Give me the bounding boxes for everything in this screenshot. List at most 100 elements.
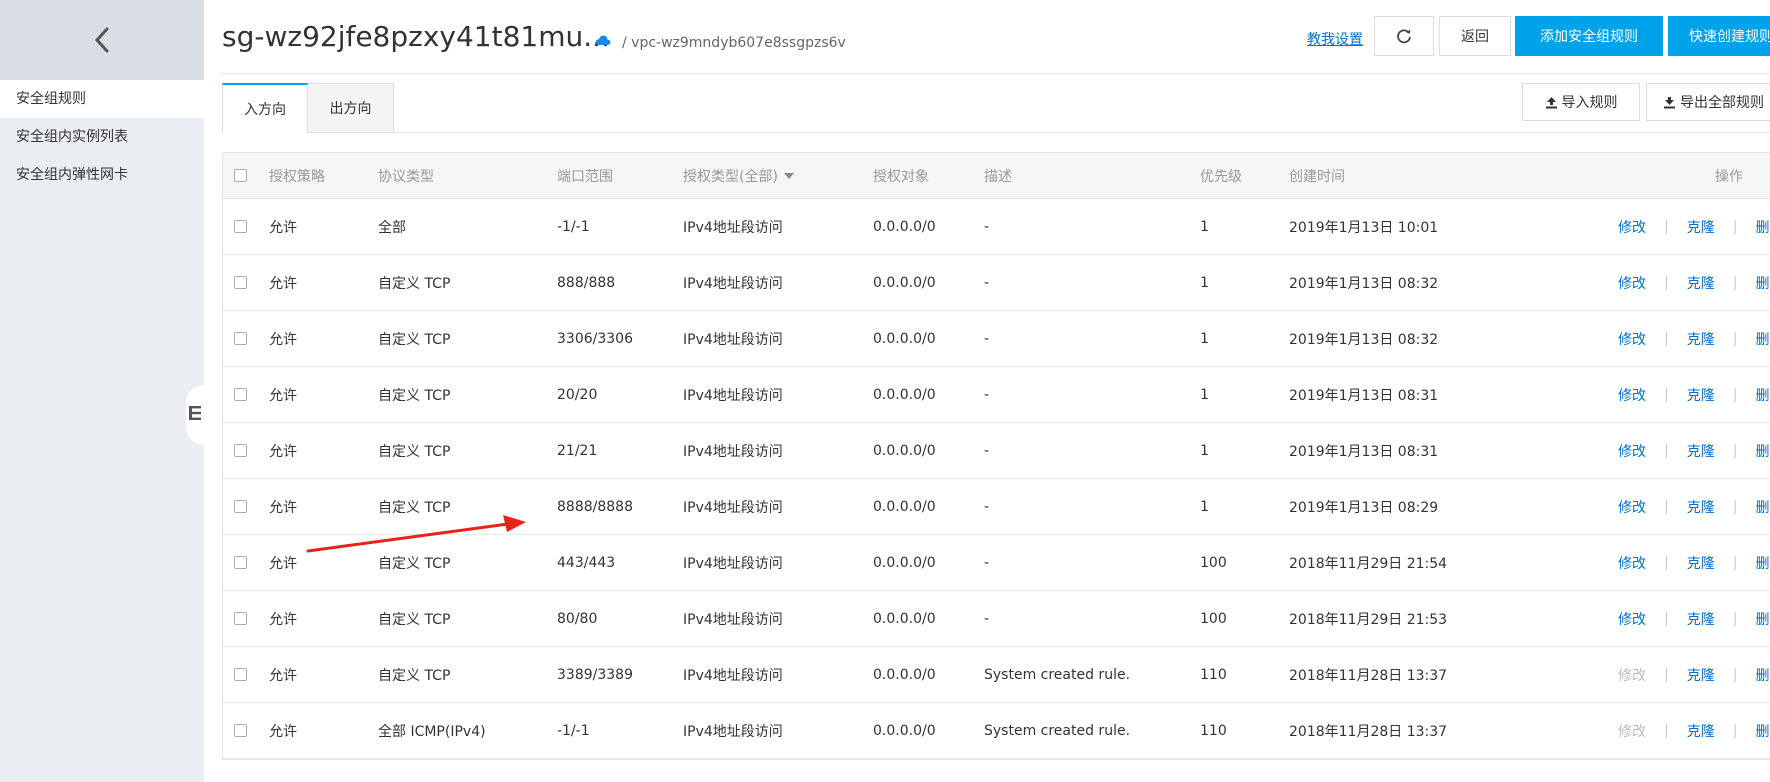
table-row: 允许 自定义 TCP 8888/8888 IPv4地址段访问 0.0.0.0/0 - 1 20… xyxy=(223,479,1770,535)
clone-rule-link[interactable]: 克隆 xyxy=(1687,217,1715,237)
row-checkbox[interactable] xyxy=(234,612,247,625)
col-created: 创建时间 xyxy=(1289,168,1345,185)
table-row: 允许 自定义 TCP 3306/3306 IPv4地址段访问 0.0.0.0/0 - 1 20… xyxy=(223,311,1770,367)
vpc-breadcrumb: / vpc-wz9mndyb607e8ssgpzs6v xyxy=(622,35,846,51)
delete-rule-link[interactable]: 删除 xyxy=(1755,217,1770,237)
clone-rule-link[interactable]: 克隆 xyxy=(1687,553,1715,573)
delete-rule-link[interactable]: 删除 xyxy=(1755,553,1770,573)
cell-auth-type: IPv4地址段访问 xyxy=(683,667,783,684)
row-checkbox[interactable] xyxy=(234,724,247,737)
cell-port: -1/-1 xyxy=(557,218,590,235)
header-divider xyxy=(222,73,1770,74)
cell-description: - xyxy=(984,330,990,347)
separator: | xyxy=(1732,330,1738,347)
row-checkbox[interactable] xyxy=(234,332,247,345)
delete-rule-link[interactable]: 删除 xyxy=(1755,441,1770,461)
edit-rule-link: 修改 xyxy=(1618,723,1646,740)
delete-rule-link[interactable]: 删除 xyxy=(1755,385,1770,405)
edit-rule-link[interactable]: 修改 xyxy=(1618,385,1646,405)
row-checkbox[interactable] xyxy=(234,500,247,513)
cell-priority: 110 xyxy=(1200,722,1227,739)
quick-create-rule-button[interactable]: 快速创建规则 xyxy=(1668,16,1770,56)
select-all-checkbox[interactable] xyxy=(234,169,247,182)
delete-rule-link[interactable]: 删除 xyxy=(1755,497,1770,517)
cell-description: - xyxy=(984,554,990,571)
separator: | xyxy=(1664,330,1669,347)
separator: | xyxy=(1664,722,1669,739)
cell-description: - xyxy=(984,274,990,291)
cell-target: 0.0.0.0/0 xyxy=(873,218,936,235)
edit-rule-link[interactable]: 修改 xyxy=(1618,441,1646,461)
delete-rule-link[interactable]: 删除 xyxy=(1755,273,1770,293)
col-auth-type-filter[interactable]: 授权类型(全部) xyxy=(683,153,794,198)
row-checkbox[interactable] xyxy=(234,556,247,569)
cell-policy: 允许 xyxy=(269,331,297,348)
clone-rule-link[interactable]: 克隆 xyxy=(1687,385,1715,405)
table-body: 允许 全部 -1/-1 IPv4地址段访问 0.0.0.0/0 - 1 2019年1月13日 … xyxy=(223,199,1770,759)
row-checkbox[interactable] xyxy=(234,276,247,289)
cell-description: System created rule. xyxy=(984,722,1131,739)
delete-rule-link[interactable]: 删除 xyxy=(1755,609,1770,629)
add-security-rule-button[interactable]: 添加安全组规则 xyxy=(1515,16,1663,56)
row-operations: 修改 | 克隆 | 删除 xyxy=(1618,199,1770,254)
edit-rule-link[interactable]: 修改 xyxy=(1618,497,1646,517)
edit-rule-link[interactable]: 修改 xyxy=(1618,553,1646,573)
import-rules-button[interactable]: 导入规则 xyxy=(1522,83,1640,121)
sidebar-item-2[interactable]: 安全组内弹性网卡 xyxy=(0,156,204,194)
clone-rule-link[interactable]: 克隆 xyxy=(1687,665,1715,685)
edit-rule-link[interactable]: 修改 xyxy=(1618,273,1646,293)
sidebar-collapse-toggle[interactable] xyxy=(186,385,204,445)
cell-priority: 1 xyxy=(1200,274,1209,291)
edit-rule-link[interactable]: 修改 xyxy=(1618,609,1646,629)
clone-rule-link[interactable]: 克隆 xyxy=(1687,721,1715,741)
chevron-left-icon[interactable] xyxy=(87,25,117,55)
clone-rule-link[interactable]: 克隆 xyxy=(1687,273,1715,293)
clone-rule-link[interactable]: 克隆 xyxy=(1687,329,1715,349)
cell-created: 2018年11月28日 13:37 xyxy=(1289,723,1448,740)
cell-policy: 允许 xyxy=(269,499,297,516)
row-select-cell xyxy=(234,423,247,478)
list-collapse-icon xyxy=(189,405,201,425)
row-checkbox[interactable] xyxy=(234,388,247,401)
cell-created: 2018年11月29日 21:54 xyxy=(1289,555,1448,572)
edit-rule-link[interactable]: 修改 xyxy=(1618,217,1646,237)
delete-rule-link[interactable]: 删除 xyxy=(1755,329,1770,349)
sidebar-item-0[interactable]: 安全组规则 xyxy=(0,80,204,118)
tab-outbound[interactable]: 出方向 xyxy=(308,83,394,133)
tab-inbound[interactable]: 入方向 xyxy=(222,83,308,133)
edit-rule-link[interactable]: 修改 xyxy=(1618,329,1646,349)
cell-port: -1/-1 xyxy=(557,722,590,739)
cell-target: 0.0.0.0/0 xyxy=(873,442,936,459)
sidebar-item-1[interactable]: 安全组内实例列表 xyxy=(0,118,204,156)
clone-rule-link[interactable]: 克隆 xyxy=(1687,441,1715,461)
cell-description: - xyxy=(984,386,990,403)
cell-protocol: 自定义 TCP xyxy=(378,275,451,292)
cell-auth-type: IPv4地址段访问 xyxy=(683,331,783,348)
row-operations: 修改 | 克隆 | 删除 xyxy=(1618,703,1770,758)
row-checkbox[interactable] xyxy=(234,444,247,457)
row-operations: 修改 | 克隆 | 删除 xyxy=(1618,479,1770,534)
cloud-icon xyxy=(595,34,611,50)
cell-target: 0.0.0.0/0 xyxy=(873,274,936,291)
row-checkbox[interactable] xyxy=(234,220,247,233)
col-policy: 授权策略 xyxy=(269,168,325,185)
separator: | xyxy=(1664,554,1669,571)
table-row: 允许 自定义 TCP 3389/3389 IPv4地址段访问 0.0.0.0/0 Syst… xyxy=(223,647,1770,703)
delete-rule-link[interactable]: 删除 xyxy=(1755,665,1770,685)
clone-rule-link[interactable]: 克隆 xyxy=(1687,609,1715,629)
cell-priority: 100 xyxy=(1200,554,1227,571)
row-select-cell xyxy=(234,311,247,366)
back-button[interactable]: 返回 xyxy=(1439,16,1511,56)
upload-icon xyxy=(1545,86,1558,124)
cell-port: 20/20 xyxy=(557,386,598,403)
help-link[interactable]: 教我设置 xyxy=(1307,29,1363,49)
row-checkbox[interactable] xyxy=(234,668,247,681)
row-operations: 修改 | 克隆 | 删除 xyxy=(1618,423,1770,478)
export-all-rules-button[interactable]: 导出全部规则 xyxy=(1646,83,1770,121)
cell-protocol: 自定义 TCP xyxy=(378,611,451,628)
clone-rule-link[interactable]: 克隆 xyxy=(1687,497,1715,517)
cell-target: 0.0.0.0/0 xyxy=(873,610,936,627)
delete-rule-link[interactable]: 删除 xyxy=(1755,721,1770,741)
refresh-button[interactable] xyxy=(1374,16,1434,56)
separator: | xyxy=(1664,218,1669,235)
